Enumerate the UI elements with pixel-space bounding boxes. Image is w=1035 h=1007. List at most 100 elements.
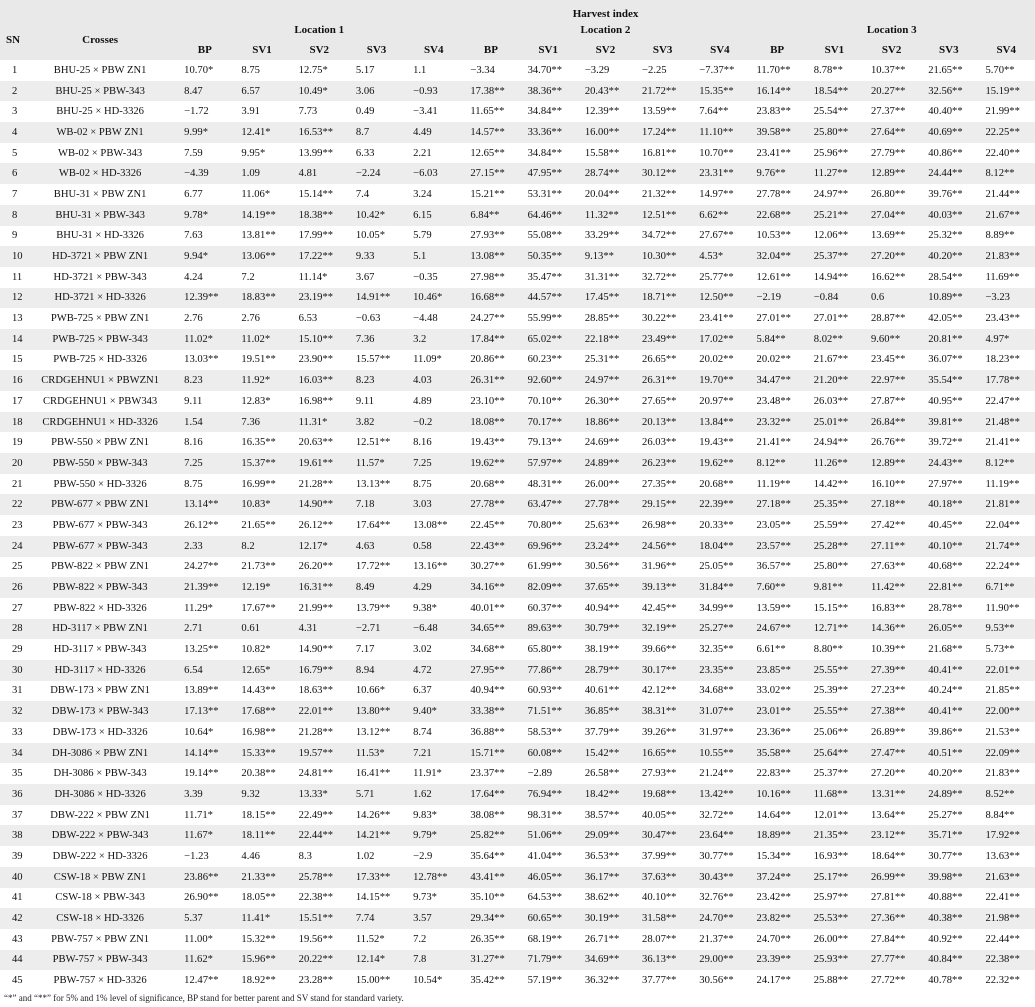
value-cell: 64.53** [519, 887, 577, 909]
value-cell: 5.73** [977, 639, 1035, 660]
sn-cell: 17 [0, 391, 25, 412]
sn-cell: 25 [0, 556, 25, 578]
value-cell: 11.10** [691, 122, 749, 143]
value-cell: 13.03** [176, 349, 234, 371]
value-cell: 25.82** [462, 825, 520, 847]
value-cell: 24.70** [691, 908, 749, 929]
value-cell: 8.23 [347, 370, 406, 391]
value-cell: 19.56** [290, 928, 348, 950]
value-cell: 27.39** [862, 659, 921, 681]
value-cell: 18.08** [462, 411, 520, 433]
value-cell: 28.85** [576, 308, 635, 329]
value-cell: 28.78** [920, 597, 978, 619]
value-cell: 14.21** [347, 825, 406, 847]
sn-cell: 27 [0, 597, 25, 619]
value-cell: 10.82* [233, 639, 291, 660]
value-cell: 22.04** [977, 515, 1035, 536]
value-cell: 30.17** [634, 659, 692, 681]
table-row: 31 DBW-173 × PBW ZN1 13.89** 14.43** 18.63**… [0, 680, 1035, 702]
sn-cell: 4 [0, 122, 25, 143]
value-cell: 14.14** [176, 742, 234, 764]
value-cell: −6.48 [405, 618, 463, 640]
value-cell: −1.72 [176, 101, 234, 123]
table-row: 32 DBW-173 × PBW-343 17.13** 17.68** 22.01**… [0, 701, 1035, 722]
value-cell: 57.97** [519, 453, 577, 474]
value-cell: 10.49* [290, 80, 348, 102]
value-cell: 34.65** [462, 618, 520, 640]
value-cell: 34.84** [519, 101, 577, 123]
value-cell: 6.84** [462, 204, 520, 226]
value-cell: 23.10** [462, 391, 520, 412]
value-cell: 4.53* [691, 246, 749, 267]
header-spacer [24, 0, 176, 20]
value-cell: −2.89 [519, 763, 577, 785]
value-cell: 0.6 [862, 287, 921, 309]
value-cell: 16.98** [290, 391, 348, 412]
value-cell: 12.51** [347, 432, 406, 454]
value-cell: 37.65** [576, 577, 635, 598]
value-cell: 13.13** [347, 473, 406, 495]
value-cell: 11.19** [748, 473, 806, 495]
value-cell: 11.90** [977, 597, 1035, 619]
value-cell: 15.57** [347, 349, 406, 371]
value-cell: 36.13** [634, 949, 692, 971]
table-row: 3 BHU-25 × HD-3326 −1.72 3.91 7.73 0.49 −3.41 1… [0, 101, 1035, 123]
value-cell: 7.2 [233, 266, 291, 288]
value-cell: 5.37 [176, 908, 234, 929]
value-cell: 9.83* [405, 804, 463, 826]
sn-cell: 16 [0, 370, 25, 391]
value-cell: 3.39 [176, 784, 234, 805]
value-cell: 39.98** [920, 866, 978, 888]
sn-cell: 34 [0, 742, 25, 764]
value-cell: 8.75 [176, 473, 234, 495]
value-cell: 19.51** [233, 349, 291, 371]
value-cell: 14.43** [233, 680, 291, 702]
value-cell: −0.93 [405, 80, 463, 102]
value-cell: 18.15** [233, 804, 291, 826]
value-cell: 31.58** [634, 908, 692, 929]
value-cell: 25.97** [805, 887, 863, 909]
value-cell: 40.94** [462, 680, 520, 702]
value-cell: 40.88** [920, 887, 978, 909]
value-cell: 60.93** [519, 680, 577, 702]
value-cell: 37.99** [634, 846, 692, 867]
value-cell: 18.63** [290, 680, 348, 702]
value-cell: 39.13** [634, 577, 692, 598]
value-cell: 76.94** [519, 784, 577, 805]
value-cell: 13.08** [462, 246, 520, 267]
value-cell: 30.77** [920, 846, 978, 867]
value-cell: 22.38** [290, 887, 348, 909]
value-cell: 22.40** [977, 142, 1035, 164]
sn-cell: 26 [0, 577, 25, 598]
value-cell: 24.43** [920, 453, 978, 474]
value-cell: 21.28** [290, 473, 348, 495]
value-cell: 8.94 [347, 659, 406, 681]
value-cell: 4.46 [233, 846, 291, 867]
value-cell: 34.72** [634, 225, 692, 247]
value-cell: 2.76 [233, 308, 291, 329]
value-cell: 7.21 [405, 742, 463, 764]
value-cell: 27.04** [862, 204, 921, 226]
value-cell: 16.62** [862, 266, 921, 288]
value-cell: 27.42** [862, 515, 921, 536]
value-cell: 25.63** [576, 515, 635, 536]
value-cell: 27.20** [862, 763, 921, 785]
value-cell: 25.05** [691, 556, 749, 578]
value-cell: 10.39** [862, 639, 921, 660]
value-cell: 12.39** [176, 287, 234, 309]
value-cell: 6.62** [691, 204, 749, 226]
value-cell: 26.23** [634, 453, 692, 474]
sn-cell: 30 [0, 659, 25, 681]
value-cell: 25.17** [805, 866, 863, 888]
value-cell: 8.52** [977, 784, 1035, 805]
value-cell: 8.7 [347, 122, 406, 143]
cross-cell: WB-02 × PBW-343 [24, 142, 177, 164]
value-cell: 26.03** [634, 432, 692, 454]
value-cell: 8.3 [290, 846, 348, 867]
value-cell: 57.19** [519, 970, 577, 991]
value-cell: 11.71* [176, 804, 234, 826]
table-header: Harvest index SN Crosses Location 1 Loca… [0, 0, 1035, 60]
value-cell: 3.02 [405, 639, 463, 660]
value-cell: 11.31* [290, 411, 348, 433]
sn-cell: 33 [0, 722, 25, 743]
